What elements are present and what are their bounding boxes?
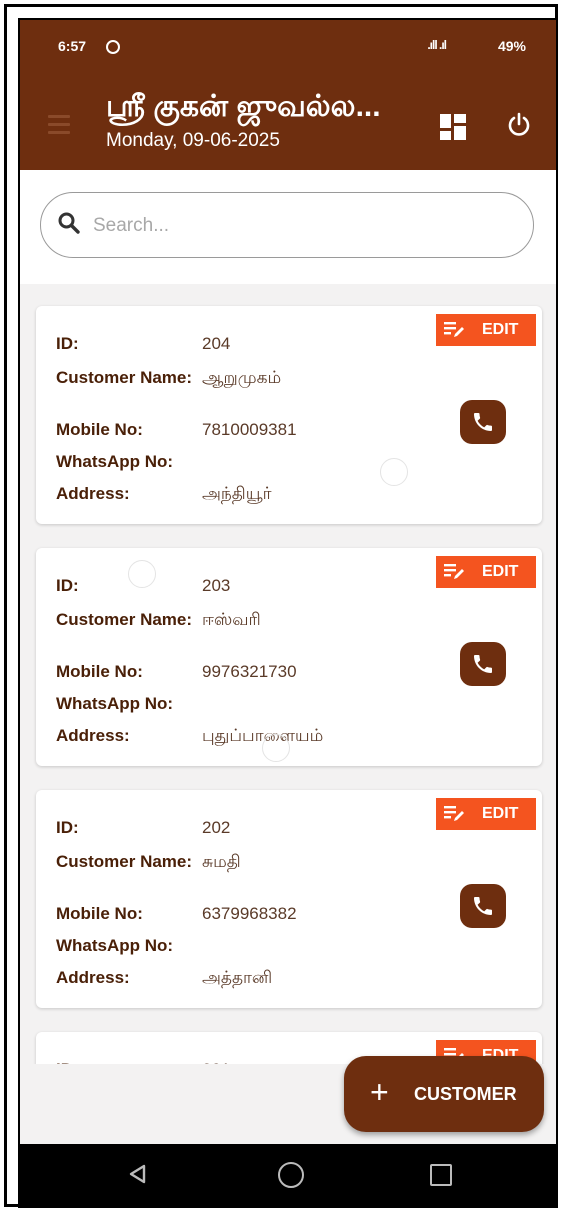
mobile-label: Mobile No:: [56, 420, 143, 439]
customer-list: ID: 204 Customer Name: ஆறுமுகம் Mobile N…: [20, 284, 556, 1064]
mobile-value: 7810009381: [202, 420, 297, 439]
id-label: ID:: [56, 576, 79, 595]
mobile-value: 9976321730: [202, 662, 297, 681]
call-button[interactable]: [460, 642, 506, 686]
phone-screen: 6:57 .ıll .ıl 49% ஸ்ரீ குகன் ஜுவல்ல... M…: [18, 18, 558, 1208]
power-icon[interactable]: [506, 112, 532, 138]
mobile-label: Mobile No:: [56, 904, 143, 923]
signal-icon: .ıll .ıl: [427, 38, 447, 52]
home-icon[interactable]: [278, 1162, 304, 1188]
name-label: Customer Name:: [56, 368, 193, 387]
page-title: ஸ்ரீ குகன் ஜுவல்ல...: [106, 90, 381, 123]
id-value: 203: [202, 576, 231, 595]
address-value: புதுப்பாளையம்: [202, 726, 324, 745]
mobile-value: 6379968382: [202, 904, 297, 923]
name-label: Customer Name:: [56, 610, 193, 629]
edit-button[interactable]: EDIT: [436, 556, 536, 588]
hamburger-icon[interactable]: [48, 115, 70, 139]
touch-ripple: [128, 560, 156, 588]
edit-button[interactable]: EDIT: [436, 314, 536, 346]
whatsapp-label: WhatsApp No:: [56, 936, 174, 955]
search-input[interactable]: [91, 211, 515, 241]
name-value: சுமதி: [202, 852, 241, 871]
status-bar: 6:57 .ıll .ıl 49%: [58, 38, 526, 58]
edit-button[interactable]: EDIT: [436, 798, 536, 830]
add-customer-label: CUSTOMER: [414, 1084, 517, 1104]
edit-label: EDIT: [482, 563, 519, 580]
dashboard-icon[interactable]: [440, 114, 466, 140]
edit-label: EDIT: [482, 805, 519, 822]
customer-card: ID: 202 Customer Name: சுமதி Mobile No: …: [36, 790, 542, 1008]
customer-card: ID: 204 Customer Name: ஆறுமுகம் Mobile N…: [36, 306, 542, 524]
address-value: அந்தியூர்: [202, 484, 272, 503]
call-button[interactable]: [460, 884, 506, 928]
back-icon[interactable]: [128, 1164, 146, 1184]
name-value: ஆறுமுகம்: [202, 368, 282, 387]
status-time: 6:57: [58, 38, 87, 54]
plus-icon: +: [370, 1074, 389, 1110]
search-icon: [58, 212, 80, 234]
recents-icon[interactable]: [430, 1164, 452, 1186]
touch-ripple: [380, 458, 408, 486]
touch-ripple: [262, 734, 290, 762]
page-date: Monday, 09-06-2025: [106, 130, 280, 151]
call-button[interactable]: [460, 400, 506, 444]
add-customer-button[interactable]: + CUSTOMER: [344, 1056, 544, 1132]
whatsapp-label: WhatsApp No:: [56, 694, 174, 713]
search-section: [20, 170, 556, 284]
address-label: Address:: [56, 726, 130, 745]
customer-card: ID: 203 Customer Name: ஈஸ்வரி Mobile No:…: [36, 548, 542, 766]
id-label: ID:: [56, 818, 79, 837]
edit-label: EDIT: [482, 321, 519, 338]
mobile-label: Mobile No:: [56, 662, 143, 681]
edit-note-icon: [444, 322, 464, 337]
edit-note-icon: [444, 806, 464, 821]
id-value: 204: [202, 334, 231, 353]
name-label: Customer Name:: [56, 852, 193, 871]
address-value: அத்தானி: [202, 968, 273, 987]
search-bar[interactable]: [40, 192, 534, 258]
phone-icon: [474, 655, 492, 673]
name-value: ஈஸ்வரி: [202, 610, 261, 629]
address-label: Address:: [56, 968, 130, 987]
edit-note-icon: [444, 564, 464, 579]
app-bar: 6:57 .ıll .ıl 49% ஸ்ரீ குகன் ஜுவல்ல... M…: [20, 20, 556, 170]
system-nav-bar: [20, 1144, 556, 1206]
notification-icon: [106, 40, 120, 54]
phone-icon: [474, 897, 492, 915]
id-label: ID:: [56, 1060, 196, 1064]
whatsapp-label: WhatsApp No:: [56, 452, 174, 471]
id-label: ID:: [56, 334, 79, 353]
phone-icon: [474, 413, 492, 431]
address-label: Address:: [56, 484, 130, 503]
battery-level: 49%: [497, 38, 526, 54]
id-value: 202: [202, 818, 231, 837]
